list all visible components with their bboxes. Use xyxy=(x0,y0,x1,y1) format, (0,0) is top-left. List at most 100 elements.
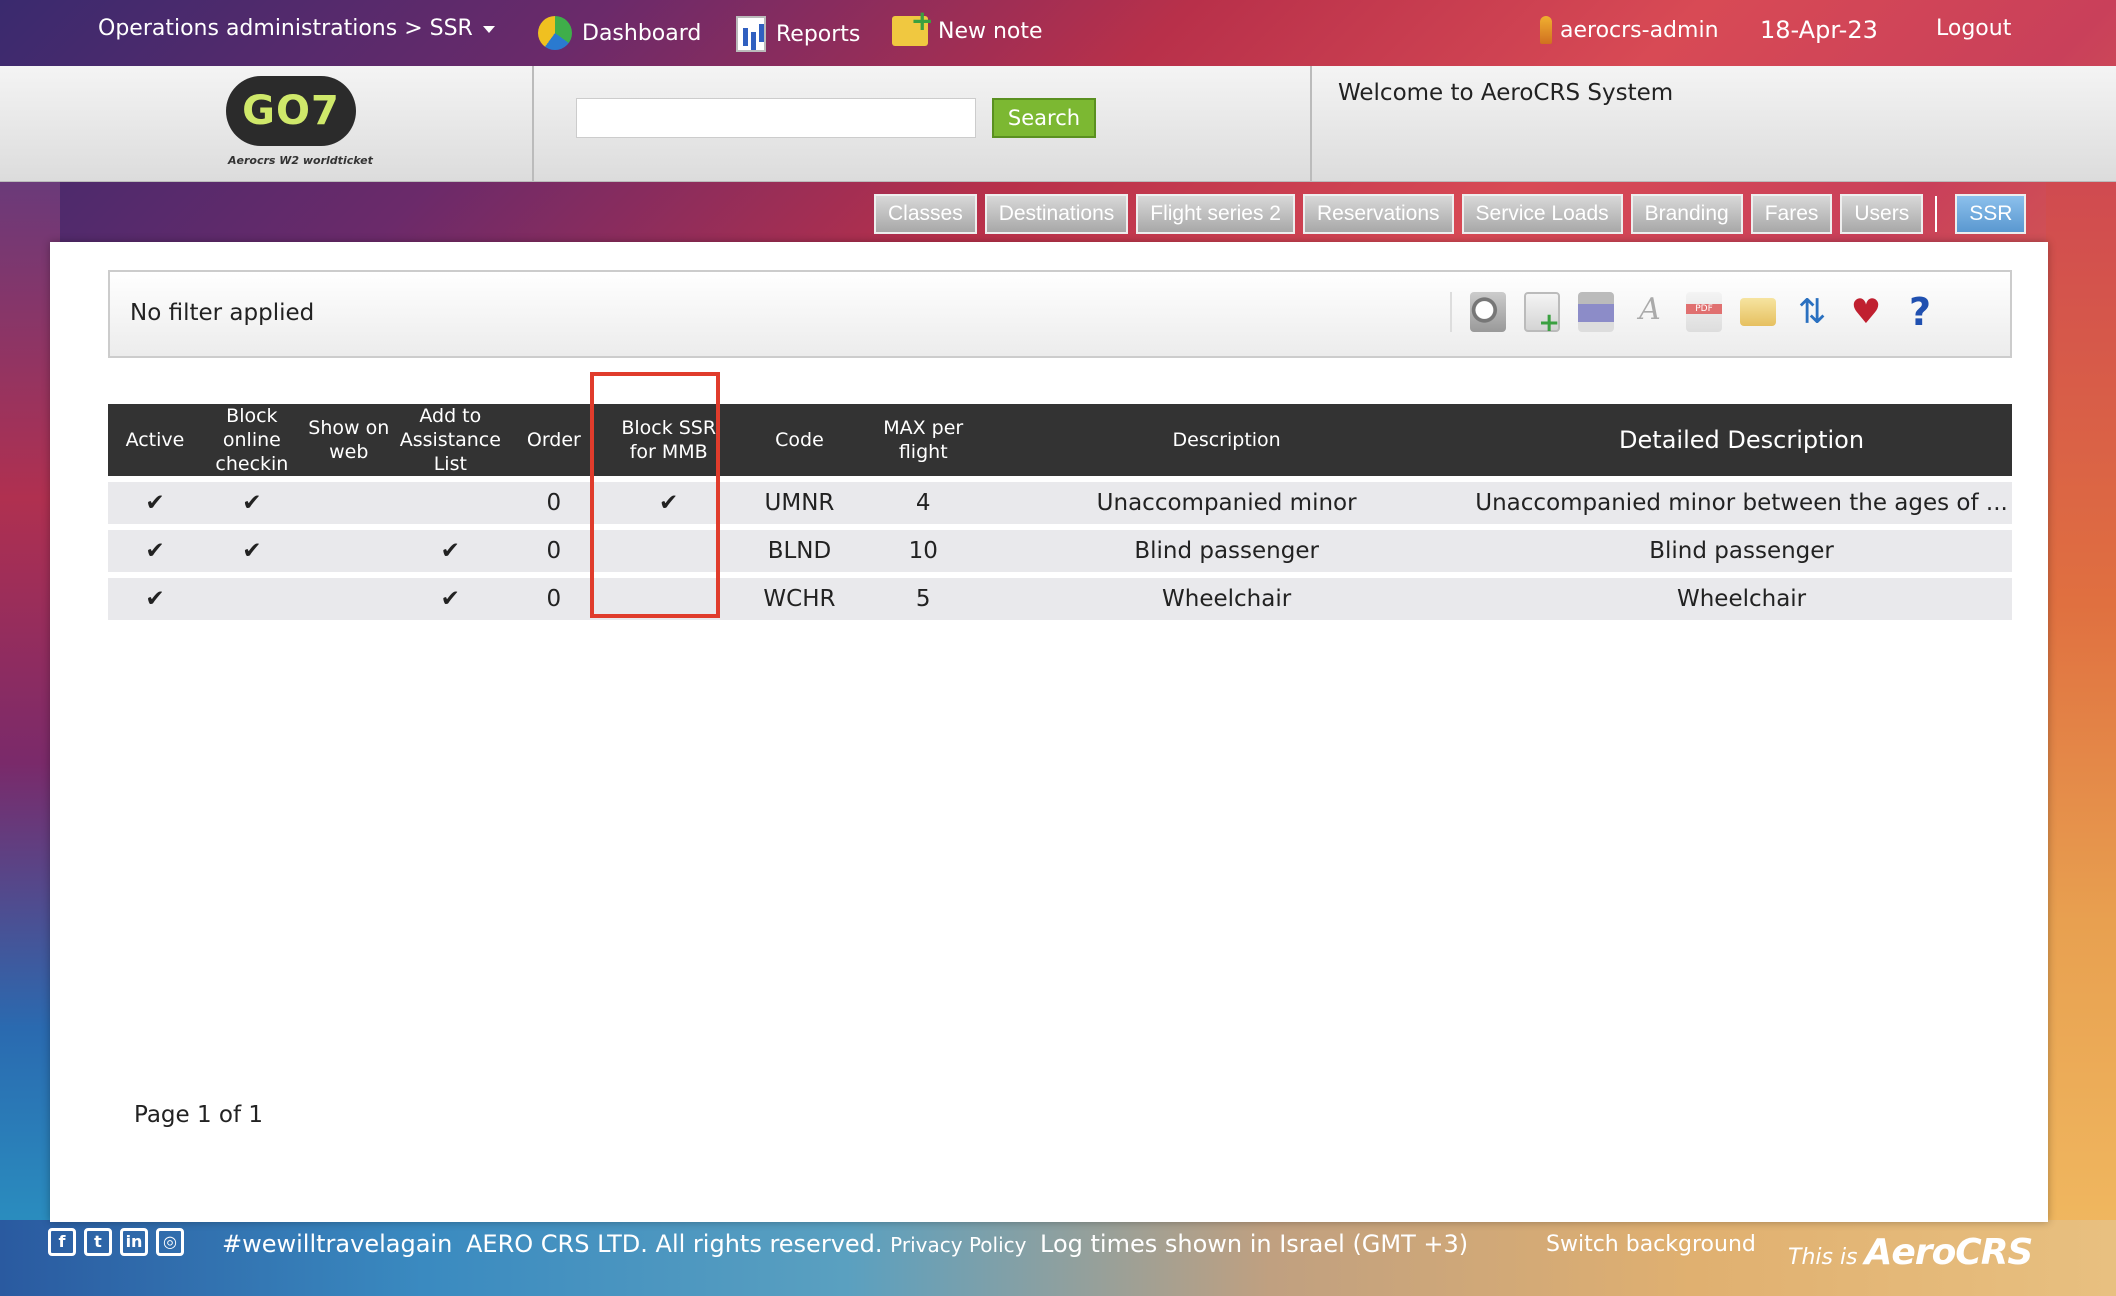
heart-icon[interactable]: ♥ xyxy=(1848,292,1884,332)
col-block-online-checkin[interactable]: Block online checkin xyxy=(201,404,302,476)
footer: f t in ◎ #wewilltravelagain AERO CRS LTD… xyxy=(0,1226,2116,1274)
cell-description: Unaccompanied minor xyxy=(982,482,1472,524)
new-note-label: New note xyxy=(938,18,1043,44)
cell-max: 5 xyxy=(864,578,983,620)
cell-detailed-description: Wheelchair xyxy=(1471,578,2012,620)
cell-assistance: ✔ xyxy=(395,578,505,620)
col-order[interactable]: Order xyxy=(504,404,603,476)
toolbar: A ⇅ ♥ ? xyxy=(1450,292,1938,338)
top-bar: Operations administrations > SSR Dashboa… xyxy=(0,0,2116,66)
tab-service-loads[interactable]: Service Loads xyxy=(1461,194,1623,234)
logo-area: GO7 Aerocrs W2 worldticket xyxy=(0,66,534,182)
tab-flight-series-2[interactable]: Flight series 2 xyxy=(1136,194,1295,234)
hashtag: #wewilltravelagain xyxy=(222,1230,453,1258)
add-document-icon[interactable] xyxy=(1524,292,1560,338)
mail-icon[interactable] xyxy=(1740,298,1776,326)
header: GO7 Aerocrs W2 worldticket Search Welcom… xyxy=(0,66,2116,182)
col-active[interactable]: Active xyxy=(108,404,202,476)
bar-chart-icon xyxy=(736,16,766,52)
cell-order: 0 xyxy=(504,482,603,524)
cell-order: 0 xyxy=(504,530,603,572)
search-input[interactable] xyxy=(576,98,976,138)
ssr-table: Active Block online checkin Show on web … xyxy=(108,398,2012,626)
font-icon[interactable]: A xyxy=(1632,292,1668,332)
cell-show-web xyxy=(301,482,396,524)
search-button[interactable]: Search xyxy=(992,98,1096,138)
twitter-icon[interactable]: t xyxy=(84,1228,112,1256)
log-times-note: Log times shown in Israel (GMT +3) xyxy=(1040,1230,1469,1258)
table-header-row: Active Block online checkin Show on web … xyxy=(108,404,2012,476)
breadcrumb-dropdown[interactable]: Operations administrations > SSR xyxy=(98,16,495,41)
col-add-to-assistance-list[interactable]: Add to Assistance List xyxy=(395,404,505,476)
table-row[interactable]: ✔ ✔ ✔ 0 BLND 10 Blind passenger Blind pa… xyxy=(108,530,2012,572)
col-description[interactable]: Description xyxy=(982,404,1472,476)
tab-ssr[interactable]: SSR xyxy=(1955,194,2027,234)
filter-status: No filter applied xyxy=(130,300,315,326)
cell-assistance: ✔ xyxy=(395,530,505,572)
cell-block-online: ✔ xyxy=(201,482,302,524)
current-date: 18-Apr-23 xyxy=(1760,16,1878,44)
tab-fares[interactable]: Fares xyxy=(1750,194,1833,234)
cell-code: UMNR xyxy=(734,482,865,524)
cell-detailed-description: Blind passenger xyxy=(1471,530,2012,572)
note-add-icon xyxy=(892,4,934,46)
cell-description: Blind passenger xyxy=(982,530,1472,572)
cell-order: 0 xyxy=(504,578,603,620)
key-icon xyxy=(1540,16,1552,44)
dashboard-link[interactable]: Dashboard xyxy=(538,16,701,50)
tab-divider xyxy=(1935,196,1938,232)
cell-max: 4 xyxy=(864,482,983,524)
table-row[interactable]: ✔ ✔ 0 WCHR 5 Wheelchair Wheelchair xyxy=(108,578,2012,620)
cell-code: WCHR xyxy=(734,578,865,620)
tab-users[interactable]: Users xyxy=(1840,194,1924,234)
company-logo[interactable]: GO7 xyxy=(226,76,356,146)
new-note-link[interactable]: New note xyxy=(892,4,1043,46)
cell-block-online: ✔ xyxy=(201,530,302,572)
copyright: AERO CRS LTD. All rights reserved. Priva… xyxy=(466,1230,1026,1258)
instagram-icon[interactable]: ◎ xyxy=(156,1228,184,1256)
reports-label: Reports xyxy=(776,21,861,47)
col-show-on-web[interactable]: Show on web xyxy=(301,404,396,476)
privacy-policy-link[interactable]: Privacy Policy xyxy=(890,1233,1026,1257)
tab-classes[interactable]: Classes xyxy=(874,194,977,234)
logo-subtitle: Aerocrs W2 worldticket xyxy=(228,154,373,167)
print-icon[interactable] xyxy=(1578,292,1614,332)
brand-name: AeroCRS xyxy=(1864,1232,2034,1273)
brand-logo: This is AeroCRS xyxy=(1788,1232,2034,1273)
user-menu[interactable]: aerocrs-admin xyxy=(1540,16,1719,44)
logout-link[interactable]: Logout xyxy=(1936,16,2011,41)
welcome-message: Welcome to AeroCRS System xyxy=(1338,80,1674,106)
tab-branding[interactable]: Branding xyxy=(1630,194,1743,234)
reports-link[interactable]: Reports xyxy=(736,16,860,52)
module-tabs: Classes Destinations Flight series 2 Res… xyxy=(874,194,2027,234)
col-max-per-flight[interactable]: MAX per flight xyxy=(864,404,983,476)
highlight-box xyxy=(590,372,720,618)
background-right xyxy=(2046,180,2116,1240)
copyright-text: AERO CRS LTD. All rights reserved. xyxy=(466,1230,883,1258)
col-detailed-description[interactable]: Detailed Description xyxy=(1471,404,2012,476)
brand-prefix: This is xyxy=(1788,1245,1858,1270)
sync-icon[interactable]: ⇅ xyxy=(1794,292,1830,332)
col-code[interactable]: Code xyxy=(734,404,865,476)
breadcrumb-text: Operations administrations > SSR xyxy=(98,16,473,41)
switch-background-link[interactable]: Switch background xyxy=(1546,1232,1756,1257)
cell-block-online xyxy=(201,578,302,620)
toolbar-divider xyxy=(1450,292,1452,332)
help-icon[interactable]: ? xyxy=(1902,292,1938,332)
linkedin-icon[interactable]: in xyxy=(120,1228,148,1256)
facebook-icon[interactable]: f xyxy=(48,1228,76,1256)
tab-reservations[interactable]: Reservations xyxy=(1302,194,1454,234)
tab-destinations[interactable]: Destinations xyxy=(984,194,1129,234)
main-panel: No filter applied A ⇅ ♥ ? Active Block o… xyxy=(50,242,2048,1222)
table-row[interactable]: ✔ ✔ 0 ✔ UMNR 4 Unaccompanied minor Unacc… xyxy=(108,482,2012,524)
cell-code: BLND xyxy=(734,530,865,572)
cell-show-web xyxy=(301,530,396,572)
pie-chart-icon xyxy=(538,16,572,50)
cell-show-web xyxy=(301,578,396,620)
search-icon[interactable] xyxy=(1470,292,1506,332)
user-name: aerocrs-admin xyxy=(1560,17,1719,43)
cell-assistance xyxy=(395,482,505,524)
cell-description: Wheelchair xyxy=(982,578,1472,620)
pdf-icon[interactable] xyxy=(1686,292,1722,332)
cell-active: ✔ xyxy=(108,482,202,524)
